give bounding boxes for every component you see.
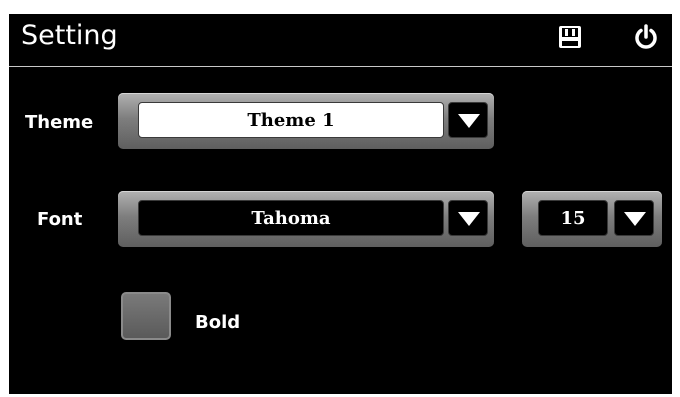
bold-label: Bold (195, 312, 241, 333)
settings-screen: Setting Theme Theme 1 Font Tahoma 15 Bol… (9, 14, 672, 394)
chevron-down-icon (458, 114, 480, 128)
theme-label: Theme (25, 112, 94, 133)
font-size-dropdown[interactable]: 15 (522, 191, 662, 247)
header-bar: Setting (9, 14, 672, 67)
page-title: Setting (21, 20, 118, 51)
theme-dropdown-button[interactable] (448, 102, 488, 138)
bold-checkbox[interactable] (121, 292, 171, 340)
power-icon[interactable] (633, 24, 659, 50)
save-icon[interactable] (557, 24, 583, 50)
theme-dropdown[interactable]: Theme 1 (118, 93, 494, 149)
font-dropdown[interactable]: Tahoma (118, 191, 494, 247)
font-label: Font (37, 209, 83, 230)
font-dropdown-button[interactable] (448, 200, 488, 236)
theme-value: Theme 1 (138, 102, 444, 138)
chevron-down-icon (624, 212, 646, 226)
font-size-dropdown-button[interactable] (614, 200, 654, 236)
font-size-value: 15 (538, 200, 608, 236)
chevron-down-icon (458, 212, 480, 226)
font-value: Tahoma (138, 200, 444, 236)
